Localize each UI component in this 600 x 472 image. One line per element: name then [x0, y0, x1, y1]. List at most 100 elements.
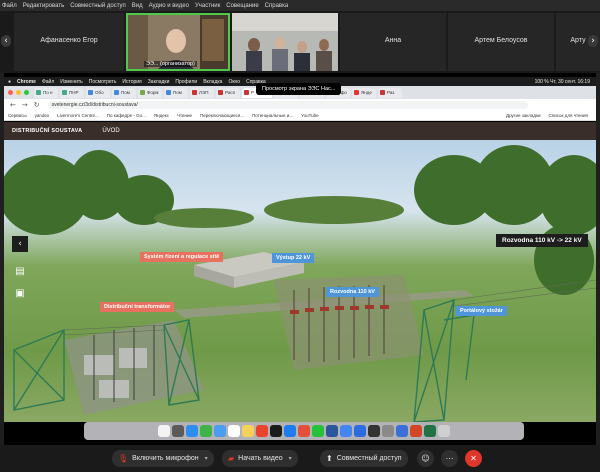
chevron-down-icon[interactable]: ▾ — [205, 455, 208, 462]
mac-menu-item: Вкладка — [203, 78, 223, 85]
leave-meeting-icon[interactable]: ✕ — [465, 450, 482, 467]
excel-icon[interactable] — [424, 425, 436, 437]
url-bar: ← → ↻ svetenergie.cz/3d/distribucni-sous… — [4, 99, 596, 111]
music-icon[interactable] — [256, 425, 268, 437]
browser-tab[interactable]: Обо — [86, 87, 110, 98]
bookmark-item[interactable]: Сервисы — [8, 113, 27, 118]
substation-illustration — [4, 145, 596, 422]
zoom-icon[interactable] — [354, 425, 366, 437]
unmute-button[interactable]: 🎙 Включить микрофон ▾ — [112, 450, 214, 467]
label-rozvodna-110kv[interactable]: Rozvodna 110 kV — [326, 287, 379, 297]
strip-prev-icon[interactable]: ‹ — [1, 35, 11, 47]
acrobat-icon[interactable] — [298, 425, 310, 437]
terminal-icon[interactable] — [368, 425, 380, 437]
share-tooltip: Просмотр экрана ЭЭС Нас... — [256, 83, 342, 95]
bookmark-item[interactable]: yandex — [35, 113, 50, 118]
site-header: DISTRIBUČNÍ SOUSTAVA ÚVOD — [4, 122, 596, 140]
close-window-icon[interactable] — [8, 90, 13, 95]
participant-tile[interactable]: Артем Белоусов — [448, 13, 554, 71]
settings-icon[interactable] — [382, 425, 394, 437]
participant-tile[interactable]: Афанасенко Егор — [14, 13, 124, 71]
label-distribution-transformer[interactable]: Distribuční transformátor — [100, 302, 175, 312]
scene-title-badge: Rozvodna 110 kV -> 22 kV — [496, 234, 588, 247]
bookmark-item[interactable]: Переключающиеся... — [200, 113, 244, 118]
nav-uvod[interactable]: ÚVOD — [102, 128, 119, 134]
browser-tab[interactable]: ЛЭП — [190, 87, 214, 98]
bookmark-item[interactable]: Другие закладки — [506, 113, 540, 118]
image-icon[interactable]: ▣ — [12, 286, 28, 302]
strip-next-icon[interactable]: › — [588, 35, 598, 47]
whatsapp-icon[interactable] — [312, 425, 324, 437]
participant-tile-host[interactable]: ЭЭ... (организатор) — [126, 13, 230, 71]
safari-icon[interactable] — [186, 425, 198, 437]
menu-view[interactable]: Вид — [132, 3, 143, 9]
finder-icon[interactable] — [158, 425, 170, 437]
browser-tab[interactable]: Пом — [164, 87, 188, 98]
chevron-down-icon[interactable]: ▾ — [289, 455, 292, 462]
browser-tab[interactable]: Янде — [352, 87, 376, 98]
menu-share[interactable]: Совместный доступ — [70, 3, 126, 9]
bookmark-item[interactable]: Яндекс — [154, 113, 169, 118]
participant-strip: ‹ Афанасенко Егор ЭЭ... (организатор) Ан… — [0, 11, 600, 73]
browser-tab[interactable]: ПНР — [60, 87, 84, 98]
forward-icon[interactable]: → — [22, 101, 28, 109]
preview-icon[interactable] — [396, 425, 408, 437]
participant-tile[interactable]: Анна — [340, 13, 446, 71]
back-icon[interactable]: ← — [10, 101, 16, 109]
reactions-icon[interactable]: ☺ — [417, 450, 434, 467]
address-input[interactable]: svetenergie.cz/3d/distribucni-soustava/ — [47, 101, 528, 109]
start-video-label: Начать видео — [238, 455, 283, 462]
window-controls — [8, 90, 32, 95]
mac-menu-chrome: Chrome — [17, 78, 36, 85]
browser-tab[interactable]: Раз — [378, 87, 402, 98]
bookmark-item[interactable]: YouTube — [301, 113, 319, 118]
bookmark-item[interactable]: По кафедре - Go... — [107, 113, 146, 118]
bookmark-item[interactable]: Чтение — [177, 113, 192, 118]
more-icon[interactable]: ⋯ — [441, 450, 458, 467]
share-screen-button[interactable]: ⬆ Совместный доступ — [320, 450, 408, 467]
browser-tab[interactable]: По н — [34, 87, 58, 98]
browser-tab[interactable]: Пом — [112, 87, 136, 98]
document-icon[interactable]: ▤ — [12, 264, 28, 280]
participant-name: Артем Белоусов — [474, 37, 528, 44]
notes-icon[interactable] — [242, 425, 254, 437]
bookmark-item[interactable]: Список для чтения — [549, 113, 588, 118]
participant-tile[interactable] — [232, 13, 338, 71]
zoom-menu-bar: Файл Редактировать Совместный доступ Вид… — [0, 0, 600, 11]
minimize-window-icon[interactable] — [16, 90, 21, 95]
bookmark-item[interactable]: Потенциальные и... — [252, 113, 293, 118]
mac-menu-item: Закладки — [147, 78, 170, 85]
chrome-icon[interactable] — [340, 425, 352, 437]
powerpoint-icon[interactable] — [410, 425, 422, 437]
scene-3d[interactable]: Systém řízení a regulace sítě Výstup 22 … — [4, 140, 596, 422]
menu-file[interactable]: Файл — [2, 3, 17, 9]
tv-icon[interactable] — [270, 425, 282, 437]
calendar-icon[interactable] — [228, 425, 240, 437]
menu-meeting[interactable]: Совещание — [226, 3, 258, 9]
browser-tab[interactable]: Форм — [138, 87, 162, 98]
site-logo[interactable]: DISTRIBUČNÍ SOUSTAVA — [12, 128, 82, 134]
room-video — [232, 13, 338, 71]
bookmark-item[interactable]: Livermore's Centre... — [57, 113, 99, 118]
menu-participant[interactable]: Участник — [195, 3, 220, 9]
mac-menu-item: Файл — [41, 78, 55, 85]
launchpad-icon[interactable] — [172, 425, 184, 437]
label-portal-tower[interactable]: Portálový stožár — [456, 306, 507, 316]
word-icon[interactable] — [326, 425, 338, 437]
label-vystup-22kv[interactable]: Výstup 22 kV — [272, 253, 315, 263]
appstore-icon[interactable] — [284, 425, 296, 437]
maximize-window-icon[interactable] — [24, 90, 29, 95]
label-system-control[interactable]: Systém řízení a regulace sítě — [140, 252, 224, 262]
start-video-button[interactable]: ▰ Начать видео ▾ — [222, 450, 298, 467]
menu-edit[interactable]: Редактировать — [23, 3, 64, 9]
trash-icon[interactable] — [438, 425, 450, 437]
shared-screen: ● Chrome Файл Изменить Посмотреть Истори… — [4, 73, 596, 445]
messages-icon[interactable] — [200, 425, 212, 437]
reload-icon[interactable]: ↻ — [34, 101, 40, 109]
apple-icon: ● — [8, 78, 12, 85]
mail-icon[interactable] — [214, 425, 226, 437]
menu-audio-video[interactable]: Аудио и видео — [149, 3, 189, 9]
menu-help[interactable]: Справка — [265, 3, 289, 9]
browser-tab[interactable]: Расп — [216, 87, 240, 98]
back-arrow-icon[interactable]: ‹ — [12, 236, 28, 252]
